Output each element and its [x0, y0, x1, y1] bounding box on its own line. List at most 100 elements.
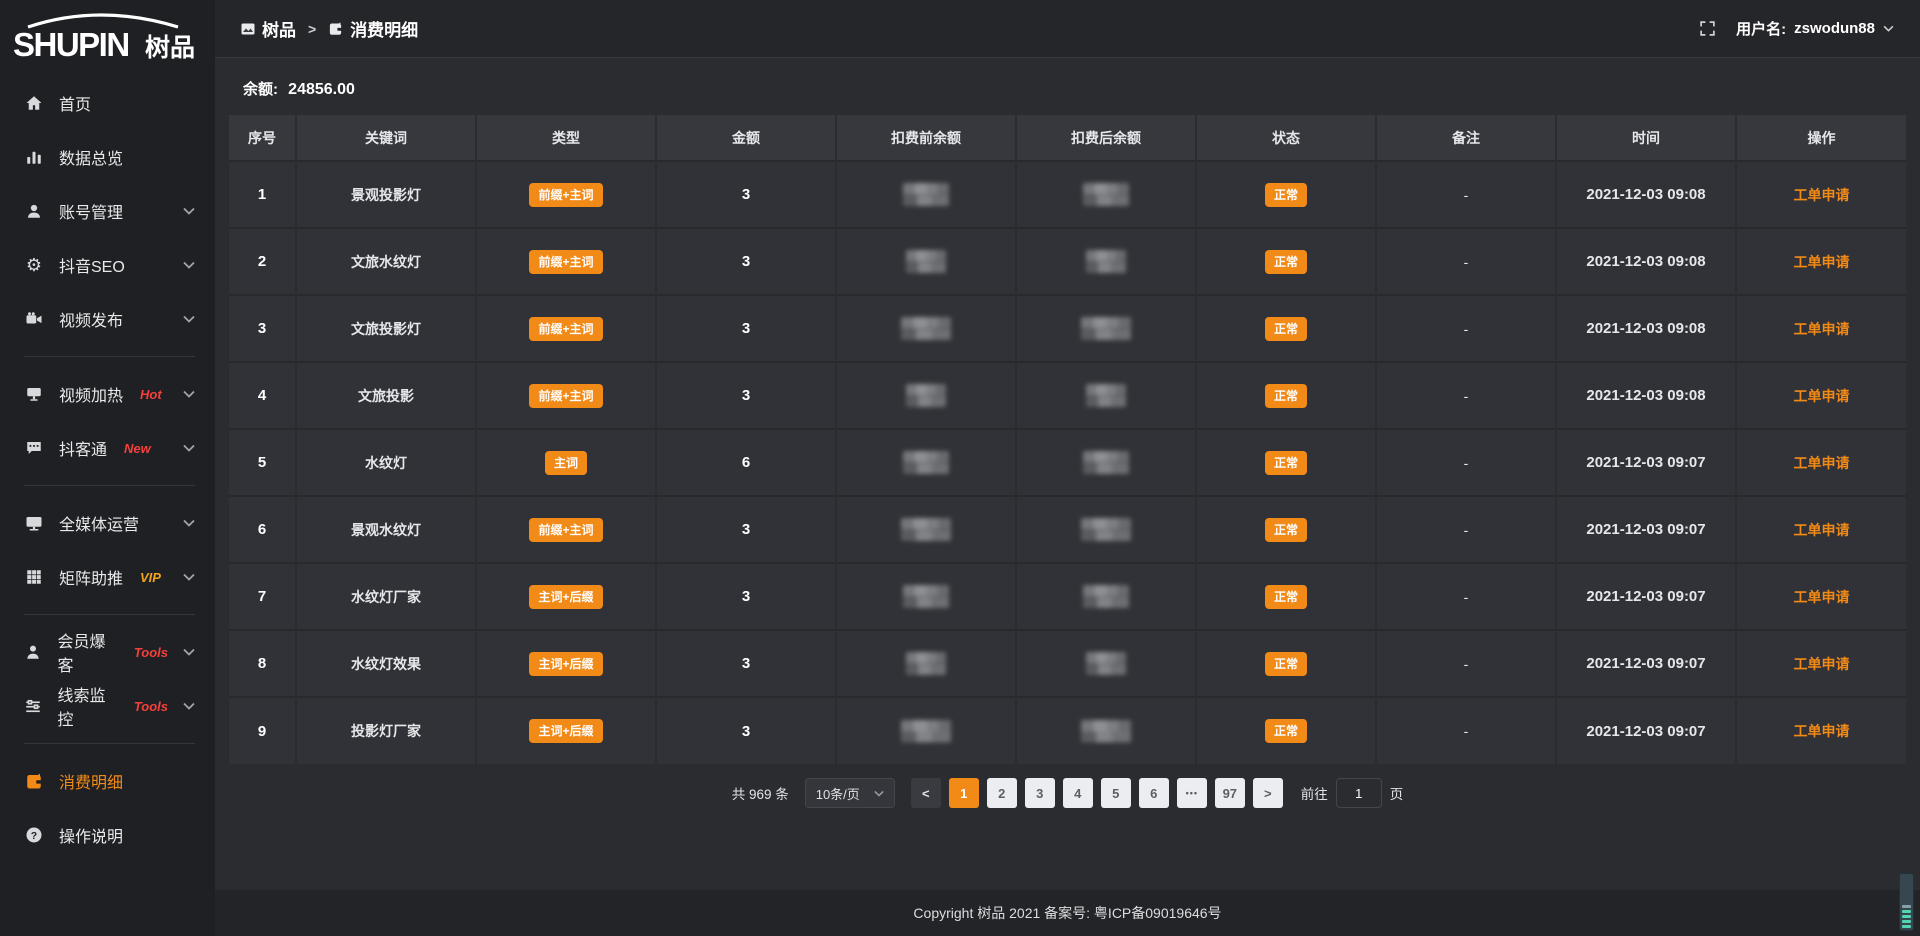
- page-button-5[interactable]: 5: [1101, 778, 1131, 808]
- table-header-row: 序号 关键词 类型 金额 扣费前余额 扣费后余额 状态 备注 时间 操作: [229, 115, 1906, 161]
- goto-page-input[interactable]: [1336, 778, 1382, 808]
- sidebar-item-douketong[interactable]: 抖客通 New: [24, 421, 215, 475]
- cell-status: 正常: [1196, 161, 1376, 228]
- status-badge: 正常: [1265, 384, 1307, 408]
- sidebar-item-label: 账号管理: [59, 199, 123, 223]
- cell-keyword: 水纹灯厂家: [296, 563, 476, 630]
- cell-time: 2021-12-03 09:07: [1556, 429, 1736, 496]
- prev-page-button[interactable]: <: [911, 778, 941, 808]
- user-menu[interactable]: 用户名: zswodun88: [1736, 18, 1894, 39]
- cell-time: 2021-12-03 09:07: [1556, 697, 1736, 764]
- cell-keyword: 景观投影灯: [296, 161, 476, 228]
- cell-no: 5: [229, 429, 296, 496]
- cell-amount: 6: [656, 429, 836, 496]
- sidebar-divider: [24, 485, 195, 486]
- page-button-1[interactable]: 1: [949, 778, 979, 808]
- floating-widget[interactable]: [1899, 873, 1914, 931]
- sidebar-item-all-media[interactable]: 全媒体运营: [24, 496, 215, 550]
- copyright-text: Copyright 树品 2021 备案号: 粤ICP备09019646号: [913, 903, 1221, 923]
- cell-no: 7: [229, 563, 296, 630]
- ticket-request-link[interactable]: 工单申请: [1794, 589, 1850, 605]
- sidebar-item-label: 消费明细: [59, 769, 123, 793]
- sidebar-item-account[interactable]: 账号管理: [24, 184, 215, 238]
- cell-remark: -: [1376, 630, 1556, 697]
- chevron-down-icon: [183, 519, 195, 527]
- redacted-balance: [901, 317, 951, 340]
- goto-page: 前往 页: [1301, 778, 1404, 808]
- svg-text:?: ?: [31, 830, 37, 842]
- sidebar-item-label: 视频发布: [59, 307, 123, 331]
- cell-type: 主词+后缀: [476, 630, 656, 697]
- ticket-request-link[interactable]: 工单申请: [1794, 388, 1850, 404]
- ticket-request-link[interactable]: 工单申请: [1794, 254, 1850, 270]
- ticket-request-link[interactable]: 工单申请: [1794, 321, 1850, 337]
- col-header-pre-balance: 扣费前余额: [836, 115, 1016, 161]
- sidebar-item-lead-monitor[interactable]: 线索监控 Tools: [24, 679, 215, 733]
- cell-status: 正常: [1196, 228, 1376, 295]
- page-button-2[interactable]: 2: [987, 778, 1017, 808]
- cell-keyword: 文旅投影灯: [296, 295, 476, 362]
- fullscreen-icon[interactable]: [1699, 20, 1716, 37]
- cell-post-balance: [1016, 228, 1196, 295]
- svg-text:SHUPIN: SHUPIN: [13, 26, 129, 63]
- col-header-no: 序号: [229, 115, 296, 161]
- next-page-button[interactable]: >: [1253, 778, 1283, 808]
- sidebar-divider: [24, 356, 195, 357]
- ticket-request-link[interactable]: 工单申请: [1794, 455, 1850, 471]
- cell-action: 工单申请: [1736, 496, 1906, 563]
- breadcrumb-item-home[interactable]: 树品: [241, 16, 296, 41]
- app-layout: SHUPIN 树品 首页 数据总览 账号管理: [0, 0, 1920, 936]
- page-button-3[interactable]: 3: [1025, 778, 1055, 808]
- cell-amount: 3: [656, 228, 836, 295]
- redacted-balance: [1081, 518, 1131, 541]
- cell-remark: -: [1376, 161, 1556, 228]
- cell-pre-balance: [836, 697, 1016, 764]
- sidebar-item-data-overview[interactable]: 数据总览: [24, 130, 215, 184]
- main-area: 树品 > 消费明细 用户名: zswodun88: [215, 0, 1920, 936]
- sidebar-item-instructions[interactable]: ? 操作说明: [24, 808, 215, 862]
- redacted-balance: [1081, 720, 1131, 743]
- status-badge: 正常: [1265, 719, 1307, 743]
- table-row: 5 水纹灯 主词 6 正常 - 2021-12-03 09:07 工单申请: [229, 429, 1906, 496]
- ticket-request-link[interactable]: 工单申请: [1794, 656, 1850, 672]
- cell-type: 主词+后缀: [476, 697, 656, 764]
- gear-icon: ⚙: [24, 255, 44, 276]
- more-pages-button[interactable]: •••: [1177, 778, 1207, 808]
- cell-amount: 3: [656, 362, 836, 429]
- page-button-4[interactable]: 4: [1063, 778, 1093, 808]
- page-size-select[interactable]: 10条/页: [805, 778, 895, 808]
- page-button-6[interactable]: 6: [1139, 778, 1169, 808]
- sidebar-item-member-burst[interactable]: 会员爆客 Tools: [24, 625, 215, 679]
- sidebar-item-matrix-boost[interactable]: 矩阵助推 VIP: [24, 550, 215, 604]
- sidebar-menu: 首页 数据总览 账号管理 ⚙ 抖音SEO: [0, 76, 215, 862]
- sidebar-item-consumption-detail[interactable]: 消费明细: [24, 754, 215, 808]
- sidebar-item-video-heat[interactable]: 视频加热 Hot: [24, 367, 215, 421]
- col-header-remark: 备注: [1376, 115, 1556, 161]
- cell-amount: 3: [656, 295, 836, 362]
- cell-action: 工单申请: [1736, 362, 1906, 429]
- ticket-request-link[interactable]: 工单申请: [1794, 723, 1850, 739]
- cell-remark: -: [1376, 697, 1556, 764]
- cell-amount: 3: [656, 496, 836, 563]
- cell-post-balance: [1016, 563, 1196, 630]
- cell-no: 2: [229, 228, 296, 295]
- ticket-request-link[interactable]: 工单申请: [1794, 522, 1850, 538]
- cell-amount: 3: [656, 630, 836, 697]
- cell-status: 正常: [1196, 630, 1376, 697]
- redacted-balance: [903, 451, 949, 474]
- chevron-down-icon: [183, 573, 195, 581]
- sidebar-item-video-publish[interactable]: 视频发布: [24, 292, 215, 346]
- ticket-request-link[interactable]: 工单申请: [1794, 187, 1850, 203]
- page-button-97[interactable]: 97: [1215, 778, 1245, 808]
- sidebar-item-label: 数据总览: [59, 145, 123, 169]
- sliders-icon: [24, 697, 43, 715]
- user-icon: [24, 202, 44, 220]
- type-badge: 主词: [545, 451, 587, 475]
- cell-type: 前缀+主词: [476, 228, 656, 295]
- breadcrumb-wallet-icon: [328, 21, 343, 36]
- breadcrumb-item-current[interactable]: 消费明细: [328, 16, 418, 41]
- redacted-balance: [901, 720, 951, 743]
- member-icon: [24, 643, 43, 661]
- sidebar-item-home[interactable]: 首页: [24, 76, 215, 130]
- sidebar-item-douyin-seo[interactable]: ⚙ 抖音SEO: [24, 238, 215, 292]
